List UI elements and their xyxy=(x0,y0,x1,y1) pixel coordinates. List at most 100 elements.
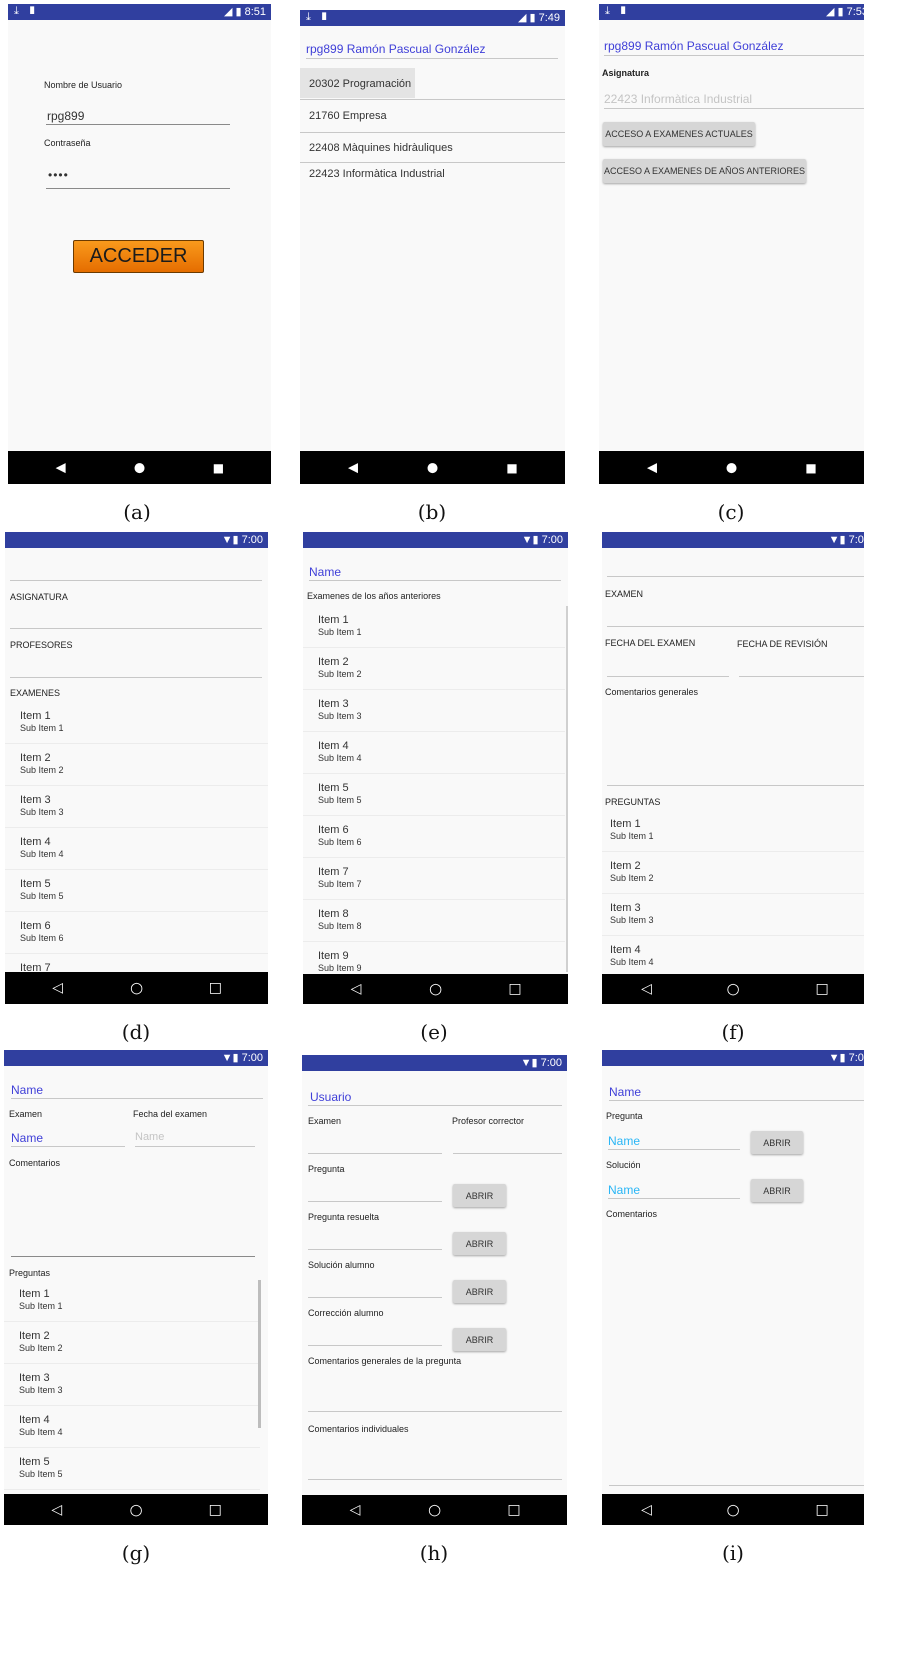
list-item[interactable]: Item 1 Sub Item 1 xyxy=(303,606,565,648)
home-icon[interactable]: ○ xyxy=(129,1502,142,1517)
scrollbar[interactable] xyxy=(258,1280,261,1428)
divider xyxy=(308,1105,562,1106)
fecha-examen-underline xyxy=(607,676,729,677)
list-item[interactable]: Item 4 Sub Item 4 xyxy=(5,828,268,870)
home-icon[interactable]: ● xyxy=(427,461,438,474)
list-item[interactable]: Item 1 Sub Item 1 xyxy=(5,702,268,744)
home-icon[interactable]: ● xyxy=(134,461,145,474)
password-input[interactable]: •••• xyxy=(48,168,69,182)
status-time: ◢ ▮ 8:51 xyxy=(224,5,266,18)
recents-icon[interactable]: □ xyxy=(508,982,521,996)
list-item[interactable]: Item 8 Sub Item 8 xyxy=(303,900,565,942)
subject-item[interactable]: 20302 Programación xyxy=(309,78,411,90)
examen-field[interactable]: Name xyxy=(11,1131,43,1145)
abrir-solucion-button[interactable]: ABRIR xyxy=(453,1280,506,1303)
asignatura-field: 22423 Informàtica Industrial xyxy=(604,92,753,106)
back-icon[interactable]: ◁ xyxy=(51,1503,62,1517)
item-title: Item 2 xyxy=(610,860,641,872)
examen-underline xyxy=(11,1146,125,1147)
item-title: Item 4 xyxy=(20,836,51,848)
home-icon[interactable]: ○ xyxy=(726,1502,739,1517)
solucion-field[interactable]: Name xyxy=(608,1183,640,1197)
back-icon[interactable]: ◀ xyxy=(647,461,657,474)
back-icon[interactable]: ◀ xyxy=(56,461,66,474)
abrir-pregunta-resuelta-button[interactable]: ABRIR xyxy=(453,1232,506,1255)
home-icon[interactable]: ● xyxy=(726,461,737,474)
subject-item[interactable]: 21760 Empresa xyxy=(309,110,387,122)
item-subtitle: Sub Item 9 xyxy=(318,963,362,973)
item-title: Item 3 xyxy=(610,902,641,914)
back-icon[interactable]: ◁ xyxy=(641,982,652,996)
abrir-solucion-button[interactable]: ABRIR xyxy=(751,1179,803,1202)
item-title: Item 4 xyxy=(19,1414,50,1426)
list-item[interactable]: Item 5 Sub Item 5 xyxy=(303,774,565,816)
solucion-alumno-underline xyxy=(308,1297,442,1298)
home-icon[interactable]: ○ xyxy=(726,981,739,997)
list-item[interactable]: Item 2 Sub Item 2 xyxy=(602,852,864,894)
back-icon[interactable]: ◀ xyxy=(348,461,358,474)
list-item[interactable]: Item 7 Sub Item 7 xyxy=(303,858,565,900)
recents-icon[interactable]: □ xyxy=(815,1503,828,1517)
username-input[interactable]: rpg899 xyxy=(47,109,84,123)
list-item[interactable]: Item 6 Sub Item 6 xyxy=(303,816,565,858)
recents-icon[interactable]: □ xyxy=(209,981,222,995)
abrir-pregunta-button[interactable]: ABRIR xyxy=(453,1184,506,1207)
home-icon[interactable]: ○ xyxy=(429,981,442,997)
list-item[interactable]: Item 2 Sub Item 2 xyxy=(5,744,268,786)
list-item[interactable]: Item 4 Sub Item 4 xyxy=(602,936,864,978)
abrir-pregunta-button[interactable]: ABRIR xyxy=(751,1131,803,1154)
list-item[interactable]: Item 5 Sub Item 5 xyxy=(4,1448,260,1490)
comentarios-individuales-underline xyxy=(308,1479,562,1480)
clock: 7:00 xyxy=(241,1052,263,1064)
list-item[interactable]: Item 3 Sub Item 3 xyxy=(602,894,864,936)
screen-subjects: ⤓ ▮ ◢ ▮ 7:49 rpg899 Ramón Pascual Gonzál… xyxy=(300,10,565,484)
recents-icon[interactable]: □ xyxy=(815,982,828,996)
list-item[interactable]: Item 3 Sub Item 3 xyxy=(5,786,268,828)
list-item[interactable]: Item 3 Sub Item 3 xyxy=(4,1364,260,1406)
list-item[interactable]: Item 1 Sub Item 1 xyxy=(602,810,864,852)
comentarios-label: Comentarios xyxy=(606,1209,658,1219)
divider xyxy=(300,99,565,100)
item-subtitle: Sub Item 1 xyxy=(318,627,362,637)
recents-icon[interactable]: ■ xyxy=(213,462,224,474)
item-title: Item 5 xyxy=(318,782,349,794)
wifi-battery-icon: ▼▮ xyxy=(521,534,539,546)
back-icon[interactable]: ◁ xyxy=(52,981,63,995)
subject-item[interactable]: 22423 Informàtica Industrial xyxy=(309,168,445,180)
abrir-correccion-button[interactable]: ABRIR xyxy=(453,1328,506,1351)
past-exams-button[interactable]: ACCESO A EXAMENES DE AÑOS ANTERIORES xyxy=(603,159,806,183)
list-item[interactable]: Item 4 Sub Item 4 xyxy=(303,732,565,774)
fecha-field[interactable]: Name xyxy=(135,1131,164,1143)
clock: 7:53 xyxy=(846,6,864,18)
signal-battery-icon: ◢ ▮ xyxy=(223,6,242,18)
scrollbar[interactable] xyxy=(566,606,568,972)
list-item[interactable]: Item 2 Sub Item 2 xyxy=(303,648,565,690)
recents-icon[interactable]: ■ xyxy=(805,462,816,474)
list-item[interactable]: Item 1 Sub Item 1 xyxy=(4,1280,260,1322)
comentarios-generales-label: Comentarios generales de la pregunta xyxy=(308,1356,462,1366)
back-icon[interactable]: ◁ xyxy=(641,1503,652,1517)
list-item[interactable]: Item 5 Sub Item 5 xyxy=(5,870,268,912)
list-item[interactable]: Item 3 Sub Item 3 xyxy=(303,690,565,732)
pregunta-field[interactable]: Name xyxy=(608,1134,640,1148)
clock: 8:51 xyxy=(244,6,266,18)
back-icon[interactable]: ◁ xyxy=(350,1503,361,1517)
recents-icon[interactable]: □ xyxy=(209,1503,222,1517)
nav-bar: ◀ ● ■ xyxy=(8,451,271,484)
recents-icon[interactable]: ■ xyxy=(506,462,517,474)
recents-icon[interactable]: □ xyxy=(507,1503,520,1517)
acceder-button[interactable]: ACCEDER xyxy=(73,240,204,273)
item-title: Item 7 xyxy=(318,866,349,878)
current-exams-button[interactable]: ACCESO A EXAMENES ACTUALES xyxy=(603,122,755,146)
home-icon[interactable]: ○ xyxy=(130,980,143,996)
item-title: Item 4 xyxy=(318,740,349,752)
list-item[interactable]: Item 6 Sub Item 6 xyxy=(5,912,268,954)
back-icon[interactable]: ◁ xyxy=(351,982,362,996)
list-item[interactable]: Item 2 Sub Item 2 xyxy=(4,1322,260,1364)
home-icon[interactable]: ○ xyxy=(428,1502,441,1518)
item-title: Item 6 xyxy=(20,920,51,932)
list-item[interactable]: Item 4 Sub Item 4 xyxy=(4,1406,260,1448)
subject-item[interactable]: 22408 Màquines hidràuliques xyxy=(309,142,453,154)
item-subtitle: Sub Item 3 xyxy=(19,1385,63,1395)
item-subtitle: Sub Item 1 xyxy=(20,723,64,733)
